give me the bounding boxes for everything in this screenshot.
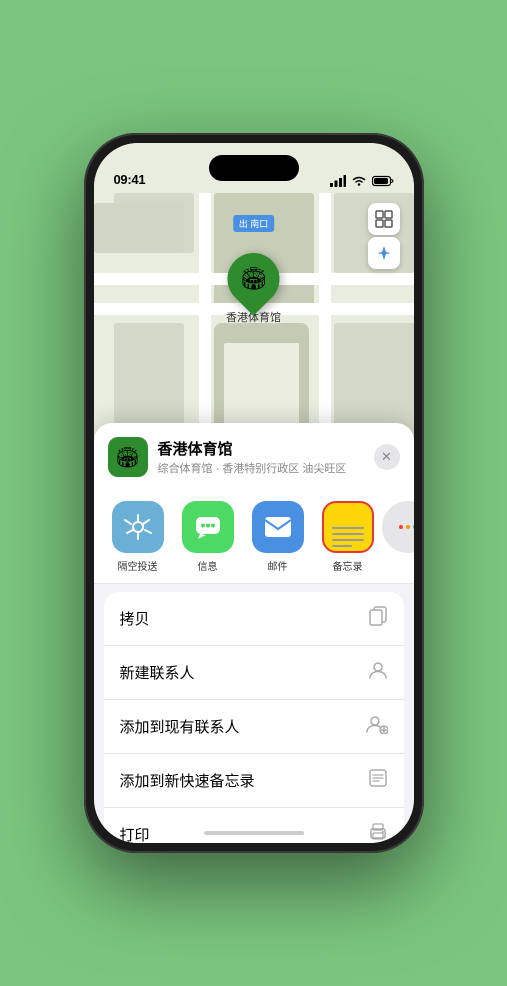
share-messages[interactable]: 信息 <box>178 501 238 573</box>
action-add-contact[interactable]: 添加到现有联系人 <box>104 700 404 754</box>
share-mail[interactable]: 邮件 <box>248 501 308 573</box>
more-icon <box>382 501 414 553</box>
venue-name: 香港体育馆 <box>158 438 374 459</box>
new-contact-label: 新建联系人 <box>120 662 195 683</box>
status-time: 09:41 <box>114 172 146 187</box>
dynamic-island <box>209 155 299 181</box>
phone-frame: 09:41 <box>84 133 424 853</box>
venue-info: 香港体育馆 综合体育馆 · 香港特别行政区 油尖旺区 <box>158 438 374 476</box>
share-row: 隔空投送 信息 <box>94 487 414 584</box>
notes-line-1 <box>332 527 364 530</box>
new-contact-icon <box>368 660 388 685</box>
map-view-button[interactable] <box>368 203 400 235</box>
signal-icon <box>330 175 346 187</box>
airdrop-label: 隔空投送 <box>118 558 158 573</box>
action-list-wrapper: 拷贝 新建联系人 <box>94 592 414 843</box>
home-indicator <box>204 831 304 835</box>
action-quick-notes[interactable]: 添加到新快速备忘录 <box>104 754 404 808</box>
status-icons <box>330 175 394 187</box>
print-label: 打印 <box>120 824 150 843</box>
bottom-sheet: 🏟 香港体育馆 综合体育馆 · 香港特别行政区 油尖旺区 ✕ <box>94 423 414 843</box>
close-button[interactable]: ✕ <box>374 444 400 470</box>
map-controls <box>368 203 400 269</box>
action-copy[interactable]: 拷贝 <box>104 592 404 646</box>
marker-pin-icon: 🏟 <box>240 266 268 292</box>
copy-label: 拷贝 <box>120 608 150 629</box>
mail-icon <box>252 501 304 553</box>
messages-label: 信息 <box>198 558 218 573</box>
notes-icon <box>322 501 374 553</box>
notes-line-4 <box>332 545 353 548</box>
quick-notes-icon <box>368 768 388 793</box>
location-button[interactable] <box>368 237 400 269</box>
action-new-contact[interactable]: 新建联系人 <box>104 646 404 700</box>
phone-screen: 09:41 <box>94 143 414 843</box>
airdrop-icon <box>112 501 164 553</box>
copy-icon <box>368 606 388 631</box>
marker-pin: 🏟 <box>217 242 291 316</box>
south-gate-label: 出 南口 <box>233 215 275 232</box>
battery-icon <box>372 175 394 187</box>
venue-icon: 🏟 <box>108 437 148 477</box>
venue-subtitle: 综合体育馆 · 香港特别行政区 油尖旺区 <box>158 460 374 476</box>
mail-label: 邮件 <box>268 558 288 573</box>
share-more[interactable] <box>388 501 414 573</box>
action-print[interactable]: 打印 <box>104 808 404 843</box>
quick-notes-label: 添加到新快速备忘录 <box>120 770 255 791</box>
action-list: 拷贝 新建联系人 <box>104 592 404 843</box>
share-notes[interactable]: 备忘录 <box>318 501 378 573</box>
add-contact-label: 添加到现有联系人 <box>120 716 240 737</box>
notes-line-3 <box>332 539 364 542</box>
sheet-header: 🏟 香港体育馆 综合体育馆 · 香港特别行政区 油尖旺区 ✕ <box>94 423 414 487</box>
print-icon <box>368 822 388 843</box>
wifi-icon <box>351 175 367 187</box>
share-airdrop[interactable]: 隔空投送 <box>108 501 168 573</box>
add-contact-icon <box>366 714 388 739</box>
notes-label: 备忘录 <box>333 558 363 573</box>
messages-icon <box>182 501 234 553</box>
notes-line-2 <box>332 533 364 536</box>
location-marker: 🏟 香港体育馆 <box>226 253 281 325</box>
